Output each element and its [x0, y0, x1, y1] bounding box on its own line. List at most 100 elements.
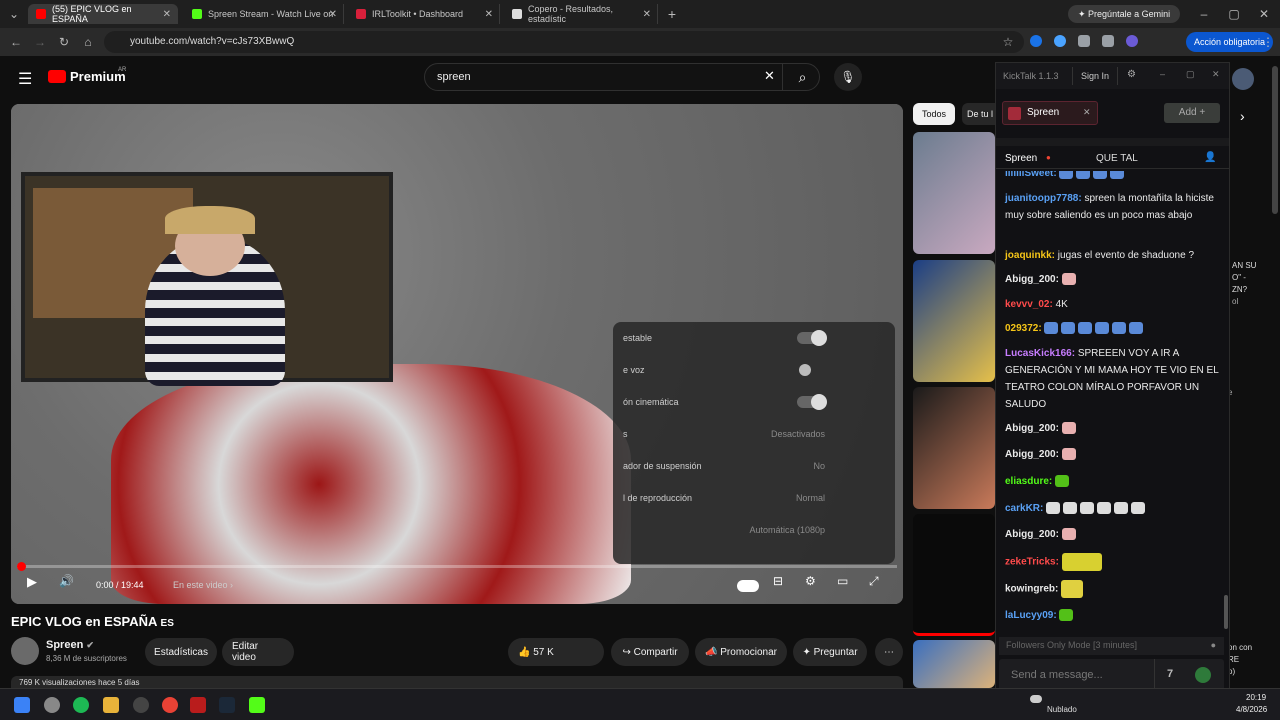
chevron-right-icon[interactable]: › — [1240, 108, 1245, 124]
suggested-thumbnail[interactable] — [913, 132, 995, 254]
chat-username[interactable]: Abigg_200: — [1005, 274, 1059, 285]
stats-button[interactable]: Estadísticas — [145, 638, 217, 666]
account-avatar[interactable] — [1232, 68, 1254, 90]
gemini-button[interactable]: ✦ Pregúntale a Gemini — [1068, 5, 1181, 23]
tab-irltoolkit[interactable]: IRLToolkit • Dashboard ✕ — [348, 4, 500, 24]
chapter-button[interactable]: En este video › — [173, 580, 233, 590]
close-window-button[interactable]: ✕ — [1256, 6, 1272, 22]
clock-time[interactable]: 20:19 — [1246, 693, 1266, 702]
chat-username[interactable]: Abigg_200: — [1005, 423, 1059, 434]
close-icon[interactable]: ✕ — [643, 9, 651, 20]
close-icon[interactable]: ✕ — [1083, 107, 1091, 118]
chat-username[interactable]: carkKR: — [1005, 503, 1043, 514]
gear-icon[interactable]: ⚙ — [805, 574, 816, 588]
tab-youtube[interactable]: (55) EPIC VLOG en ESPAÑA ✕ — [28, 4, 178, 24]
suggested-thumbnail[interactable] — [913, 640, 995, 688]
suggested-thumbnail[interactable] — [913, 260, 995, 382]
spotify-icon[interactable] — [73, 697, 89, 713]
chip-all[interactable]: Todos — [913, 103, 955, 125]
windows-start-icon[interactable] — [14, 697, 30, 713]
setting-row[interactable]: Automática (1080p — [613, 514, 895, 546]
gear-icon[interactable]: ⚙ — [1127, 69, 1136, 80]
extension-icon[interactable] — [1030, 35, 1042, 47]
chat-username[interactable]: eliasdure: — [1005, 476, 1052, 487]
file-explorer-icon[interactable] — [103, 697, 119, 713]
channel-avatar[interactable] — [11, 637, 39, 665]
maximize-button[interactable]: ▢ — [1226, 6, 1242, 22]
chat-username[interactable]: lllllllSweet: — [1005, 171, 1057, 179]
home-icon[interactable]: ⌂ — [80, 34, 96, 50]
video-description[interactable]: 769 K visualizaciones hace 5 días — [11, 676, 903, 688]
toggle-dot[interactable] — [799, 364, 811, 376]
hamburger-menu-icon[interactable]: ☰ — [18, 69, 32, 89]
weather-label[interactable]: Nublado — [1047, 705, 1077, 714]
steam-icon[interactable] — [219, 697, 235, 713]
kick-icon[interactable] — [249, 697, 265, 713]
add-channel-button[interactable]: Add + — [1164, 103, 1220, 123]
suggested-thumbnail[interactable] — [913, 387, 995, 509]
puzzle-icon[interactable] — [1078, 35, 1090, 47]
minimize-icon[interactable]: – — [1160, 69, 1165, 79]
more-options-button[interactable]: ⋯ — [875, 638, 903, 666]
chat-username[interactable]: LucasKick166: — [1005, 348, 1075, 359]
tab-search-icon[interactable]: ⌄ — [6, 6, 22, 22]
progress-scrubber[interactable] — [17, 562, 26, 571]
fullscreen-icon[interactable]: ⤢ — [869, 574, 879, 589]
setting-row[interactable]: l de reproducción Normal — [613, 482, 895, 514]
minimize-button[interactable]: – — [1196, 6, 1212, 22]
mic-icon[interactable]: 🎙 — [834, 63, 862, 91]
chat-username[interactable]: joaquinkk: — [1005, 250, 1055, 261]
close-icon[interactable]: ✕ — [1212, 69, 1220, 80]
tab-copero[interactable]: Copero - Resultados, estadístic ✕ — [504, 4, 658, 24]
sign-in-button[interactable]: Sign In — [1072, 67, 1119, 85]
setting-row[interactable]: s Desactivados — [613, 418, 895, 450]
youtube-logo-icon[interactable] — [48, 70, 66, 83]
back-icon[interactable]: ← — [8, 34, 24, 50]
chat-scrollbar[interactable] — [1224, 595, 1228, 629]
emoji-picker-icon[interactable] — [1195, 667, 1211, 683]
setting-row[interactable]: e voz — [613, 354, 895, 386]
toggle-switch[interactable] — [797, 394, 827, 410]
7tv-emote-icon[interactable]: 7 — [1167, 668, 1173, 680]
close-icon[interactable]: ✕ — [485, 9, 493, 20]
new-tab-button[interactable]: + — [664, 6, 680, 22]
progress-bar[interactable] — [17, 562, 897, 571]
theater-icon[interactable]: ▭ — [837, 574, 848, 588]
edit-video-button[interactable]: Editar video — [222, 638, 294, 666]
share-button[interactable]: ↪ Compartir — [611, 638, 689, 666]
bookmark-star-icon[interactable]: ☆ — [1000, 34, 1016, 50]
setting-row[interactable]: ón cinemática — [613, 386, 895, 418]
url-input[interactable]: youtube.com/watch?v=cJs73XBwwQ — [104, 31, 1024, 53]
chrome-icon[interactable] — [162, 697, 178, 713]
app-icon[interactable] — [44, 697, 60, 713]
setting-row[interactable]: estable — [613, 322, 895, 354]
promote-button[interactable]: 📣 Promocionar — [695, 638, 787, 666]
toggle-switch[interactable] — [797, 330, 827, 346]
video-player[interactable]: estable e voz ón cinemática s Desactivado… — [11, 104, 903, 604]
suggested-thumbnail[interactable] — [913, 514, 995, 636]
close-icon[interactable]: ✕ — [329, 9, 337, 20]
page-scrollbar[interactable] — [1272, 66, 1278, 214]
user-icon[interactable]: 👤 — [1204, 152, 1216, 163]
autoplay-toggle[interactable] — [737, 580, 759, 592]
forward-icon[interactable]: → — [32, 34, 48, 50]
ask-button[interactable]: ✦ Preguntar — [793, 638, 867, 666]
chat-username[interactable]: kowingreb: — [1005, 584, 1058, 595]
profile-avatar[interactable] — [1126, 35, 1138, 47]
clear-search-icon[interactable]: ✕ — [764, 68, 775, 84]
chat-username[interactable]: 029372: — [1005, 323, 1042, 334]
chat-username[interactable]: kevvv_02: — [1005, 299, 1053, 310]
extension-icon[interactable] — [1054, 35, 1066, 47]
app-icon[interactable] — [133, 697, 149, 713]
chat-username[interactable]: juanitoopp7788: — [1005, 193, 1082, 204]
search-input[interactable]: spreen — [424, 63, 820, 91]
channel-tab-spreen[interactable]: Spreen ✕ — [1002, 101, 1098, 125]
search-icon[interactable]: ⌕ — [782, 63, 822, 91]
media-icon[interactable] — [1102, 35, 1114, 47]
play-icon[interactable]: ▶ — [27, 574, 37, 590]
maximize-icon[interactable]: ▢ — [1186, 69, 1195, 80]
menu-dots-icon[interactable]: ⋮ — [1260, 34, 1276, 50]
subtitles-icon[interactable]: ⊟ — [773, 574, 783, 588]
chip-for-you[interactable]: De tu l — [962, 103, 998, 125]
setting-row[interactable]: ador de suspensión No — [613, 450, 895, 482]
